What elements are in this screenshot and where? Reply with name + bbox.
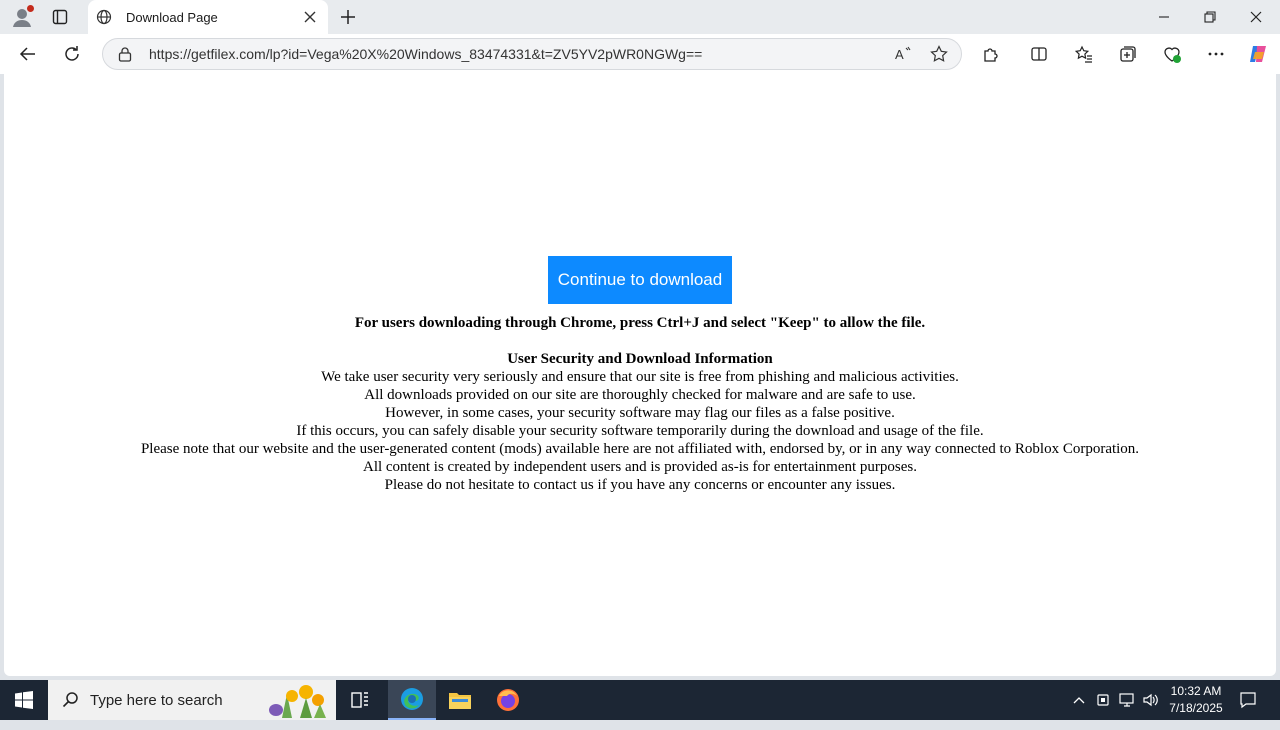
split-screen-button[interactable] bbox=[1025, 40, 1053, 68]
extensions-button[interactable] bbox=[977, 40, 1005, 68]
ellipsis-icon bbox=[1208, 52, 1224, 56]
puzzle-icon bbox=[984, 48, 998, 62]
restore-icon bbox=[1204, 11, 1216, 23]
back-button[interactable] bbox=[14, 40, 42, 68]
globe-icon bbox=[96, 8, 114, 26]
start-button[interactable] bbox=[0, 680, 48, 720]
info-line: We take user security very seriously and… bbox=[321, 369, 959, 385]
address-bar[interactable]: https://getfilex.com/lp?id=Vega%20X%20Wi… bbox=[102, 38, 962, 70]
active-tab[interactable]: Download Page bbox=[88, 0, 328, 34]
restore-button[interactable] bbox=[1187, 0, 1233, 34]
task-view-icon bbox=[351, 692, 368, 708]
collections-icon bbox=[1120, 46, 1136, 62]
new-tab-button[interactable] bbox=[336, 5, 360, 29]
site-info-icon[interactable] bbox=[117, 45, 135, 63]
page-viewport: Continue to download For users downloadi… bbox=[4, 74, 1276, 729]
refresh-icon bbox=[65, 46, 79, 61]
info-line: If this occurs, you can safely disable y… bbox=[296, 423, 984, 439]
browser-essentials-button[interactable] bbox=[1158, 40, 1186, 68]
edge-icon bbox=[401, 688, 423, 710]
collections-button[interactable] bbox=[1114, 40, 1142, 68]
close-tab-icon[interactable] bbox=[298, 5, 322, 29]
info-line: Please do not hesitate to contact us if … bbox=[384, 477, 896, 493]
favorites-button[interactable] bbox=[1070, 40, 1098, 68]
svg-text:A: A bbox=[895, 47, 904, 62]
clock-time: 10:32 AM bbox=[1170, 684, 1222, 698]
search-icon bbox=[62, 692, 78, 708]
notifications-button[interactable] bbox=[1232, 680, 1264, 720]
page-content: For users downloading through Chrome, pr… bbox=[4, 314, 1276, 494]
tab-title: Download Page bbox=[126, 9, 218, 25]
url-text[interactable]: https://getfilex.com/lp?id=Vega%20X%20Wi… bbox=[149, 46, 889, 62]
chrome-instruction: For users downloading through Chrome, pr… bbox=[354, 315, 926, 331]
continue-download-button[interactable]: Continue to download bbox=[548, 256, 732, 304]
security-heading: User Security and Download Information bbox=[507, 351, 773, 367]
browser-toolbar: https://getfilex.com/lp?id=Vega%20X%20Wi… bbox=[0, 34, 1280, 74]
heart-pulse-icon bbox=[1164, 47, 1181, 63]
close-icon bbox=[1250, 11, 1262, 23]
tab-actions-icon bbox=[52, 9, 68, 25]
copilot-icon bbox=[1250, 46, 1266, 62]
minimize-button[interactable] bbox=[1141, 0, 1187, 34]
taskbar-file-explorer[interactable] bbox=[436, 680, 484, 720]
refresh-button[interactable] bbox=[58, 40, 86, 68]
close-window-button[interactable] bbox=[1233, 0, 1279, 34]
taskbar-firefox[interactable] bbox=[484, 680, 532, 720]
profile-alert-dot bbox=[27, 5, 34, 12]
folder-icon bbox=[449, 693, 471, 709]
device-icon bbox=[1097, 694, 1109, 706]
read-aloud-icon[interactable]: A bbox=[889, 40, 917, 68]
favorite-star-icon[interactable] bbox=[925, 40, 953, 68]
more-menu-button[interactable] bbox=[1202, 40, 1230, 68]
firefox-icon bbox=[497, 689, 519, 711]
tray-device-button[interactable] bbox=[1092, 680, 1114, 720]
flowers-icon bbox=[269, 685, 326, 718]
windows-logo-icon bbox=[15, 691, 33, 709]
back-arrow-icon bbox=[19, 47, 35, 61]
windows-taskbar: Type here to search 10:32 AM 7/18/2025 bbox=[0, 680, 1280, 720]
taskbar-edge[interactable] bbox=[388, 680, 436, 720]
speaker-icon bbox=[1143, 693, 1158, 707]
taskbar-clock[interactable]: 10:32 AM 7/18/2025 bbox=[1160, 683, 1232, 717]
network-button[interactable] bbox=[1116, 680, 1138, 720]
profile-button[interactable] bbox=[10, 5, 34, 29]
clock-date: 7/18/2025 bbox=[1169, 701, 1223, 715]
network-icon bbox=[1119, 693, 1134, 707]
chevron-up-icon bbox=[1073, 697, 1085, 704]
favorites-list-icon bbox=[1075, 45, 1092, 63]
taskbar-search[interactable]: Type here to search bbox=[48, 680, 336, 720]
task-view-button[interactable] bbox=[336, 680, 384, 720]
split-screen-icon bbox=[1031, 47, 1047, 61]
show-hidden-icons-button[interactable] bbox=[1068, 680, 1090, 720]
search-placeholder: Type here to search bbox=[90, 691, 223, 709]
info-line: Please note that our website and the use… bbox=[140, 441, 1140, 457]
info-line: All content is created by independent us… bbox=[362, 459, 917, 475]
info-line: All downloads provided on our site are t… bbox=[364, 387, 916, 403]
minimize-icon bbox=[1159, 16, 1169, 18]
copilot-button[interactable] bbox=[1244, 40, 1272, 68]
info-line: However, in some cases, your security so… bbox=[385, 405, 895, 421]
tab-strip: Download Page bbox=[0, 0, 1280, 34]
volume-button[interactable] bbox=[1140, 680, 1162, 720]
notification-icon bbox=[1240, 692, 1256, 709]
tab-actions-button[interactable] bbox=[48, 6, 72, 28]
plus-icon bbox=[341, 10, 355, 24]
